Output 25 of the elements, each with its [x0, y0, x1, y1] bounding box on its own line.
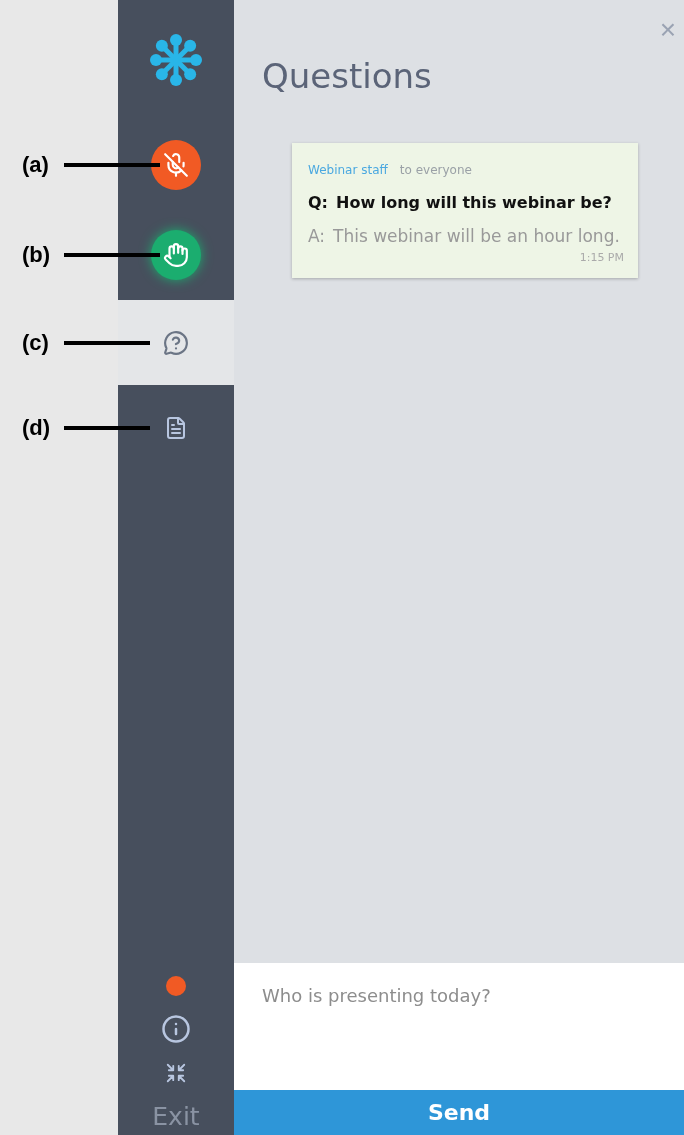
question-text: How long will this webinar be?	[336, 192, 612, 214]
audience-label: to everyone	[399, 163, 472, 177]
mute-button[interactable]	[151, 140, 201, 190]
message-time: 1:15 PM	[578, 250, 624, 264]
send-button[interactable]: Send	[234, 1090, 684, 1135]
callout-label: (a)	[22, 152, 49, 178]
panel-title: Questions	[262, 56, 432, 98]
question-prefix: Q:	[308, 192, 328, 214]
info-icon[interactable]	[161, 1014, 191, 1044]
exit-fullscreen-icon[interactable]	[165, 1062, 187, 1084]
callout-label: (b)	[22, 242, 51, 268]
mic-off-icon	[163, 152, 189, 178]
questions-button[interactable]	[163, 329, 189, 356]
answer-text: This webinar will be an hour long.	[333, 225, 620, 249]
logo-icon	[148, 32, 204, 88]
raise-hand-button[interactable]	[151, 230, 201, 280]
close-button[interactable]: ×	[659, 14, 676, 46]
hand-icon	[163, 242, 189, 268]
callout-label: (d)	[22, 414, 51, 441]
answer-prefix: A:	[308, 225, 326, 249]
callout-label: (c)	[22, 329, 49, 356]
question-input[interactable]: Who is presenting today?	[234, 963, 684, 1090]
handouts-button[interactable]	[164, 415, 188, 440]
exit-button[interactable]: Exit	[152, 1102, 200, 1131]
sender-name: Webinar staff	[308, 163, 388, 177]
